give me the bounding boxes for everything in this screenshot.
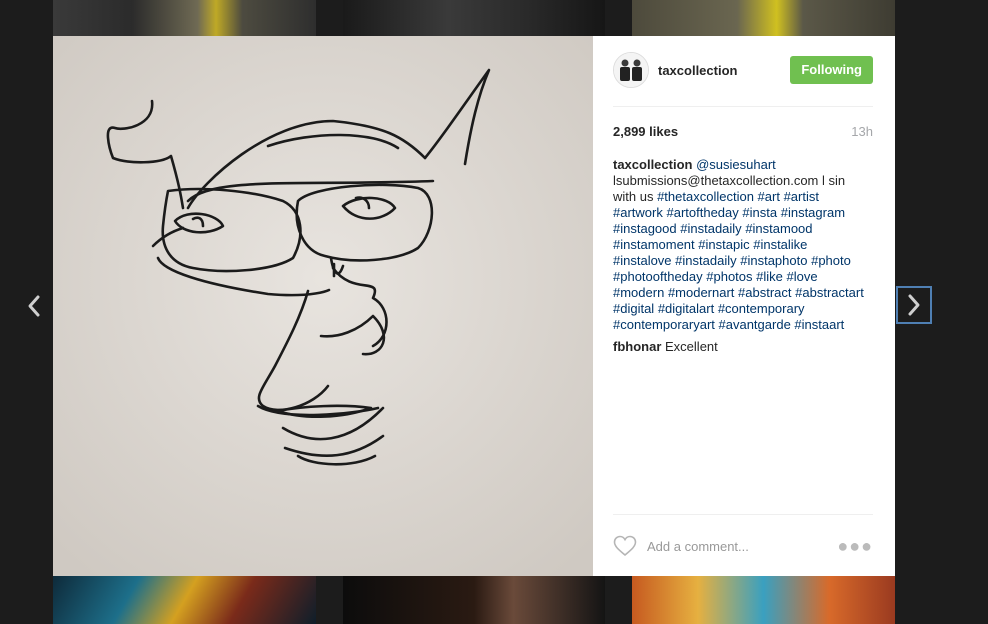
face-drawing	[53, 36, 593, 576]
post-header: taxcollection Following	[613, 52, 873, 107]
hashtag-link[interactable]: #like	[756, 269, 783, 284]
likes-count[interactable]: 2,899 likes	[613, 124, 678, 139]
chevron-right-icon	[908, 294, 920, 316]
caption-body: @susiesuhart lsubmissions@thetaxcollecti…	[613, 157, 864, 332]
hashtag-link[interactable]: #modern	[613, 285, 664, 300]
hashtag-link[interactable]: #photooftheday	[613, 269, 703, 284]
grid-thumbnail[interactable]	[632, 576, 895, 624]
hashtag-link[interactable]: #abstract	[738, 285, 791, 300]
hashtag-link[interactable]: #instaphoto	[740, 253, 807, 268]
comment-username[interactable]: fbhonar	[613, 339, 661, 354]
caption: taxcollection @susiesuhart lsubmissions@…	[613, 157, 867, 355]
hashtag-link[interactable]: #instaart	[794, 317, 844, 332]
hashtag-link[interactable]: #instalove	[613, 253, 672, 268]
next-post-button[interactable]	[896, 286, 932, 324]
post-sidebar: taxcollection Following 2,899 likes 13h …	[593, 36, 895, 576]
hashtag-link[interactable]: #insta	[742, 205, 777, 220]
hashtag-link[interactable]: #instagram	[781, 205, 845, 220]
comment-item: fbhonar Excellent	[613, 339, 867, 355]
hashtag-link[interactable]: #instapic	[698, 237, 749, 252]
grid-thumbnail[interactable]	[343, 0, 605, 36]
hashtag-link[interactable]: #contemporaryart	[613, 317, 715, 332]
add-comment-input[interactable]: Add a comment...	[647, 539, 837, 554]
post-photo[interactable]	[53, 36, 593, 576]
hashtag-link[interactable]: #instamoment	[613, 237, 695, 252]
comment-text: Excellent	[665, 339, 718, 354]
grid-thumbnail[interactable]	[53, 576, 316, 624]
hashtag-link[interactable]: #photos	[706, 269, 752, 284]
likes-row: 2,899 likes 13h	[613, 124, 873, 139]
hashtag-link[interactable]: #artoftheday	[666, 205, 738, 220]
post-modal: taxcollection Following 2,899 likes 13h …	[53, 36, 895, 576]
hashtag-link[interactable]: #modernart	[668, 285, 734, 300]
mention-link[interactable]: @susiesuhart	[696, 157, 776, 172]
caption-username[interactable]: taxcollection	[613, 157, 692, 172]
hashtag-link[interactable]: #contemporary	[718, 301, 805, 316]
hashtag-link[interactable]: #instamood	[745, 221, 812, 236]
post-timestamp: 13h	[851, 124, 873, 139]
following-button[interactable]: Following	[790, 56, 873, 84]
hashtag-link[interactable]: #photo	[811, 253, 851, 268]
hashtag-link[interactable]: #digital	[613, 301, 654, 316]
hashtag-link[interactable]: #love	[787, 269, 818, 284]
heart-icon[interactable]	[613, 535, 637, 557]
post-footer: Add a comment... ●●●	[613, 514, 873, 577]
avatar-image	[614, 53, 648, 87]
chevron-left-icon	[28, 295, 40, 317]
previous-post-button[interactable]	[16, 288, 52, 324]
grid-thumbnail[interactable]	[343, 576, 605, 624]
grid-thumbnail[interactable]	[632, 0, 895, 36]
more-options-icon[interactable]: ●●●	[837, 536, 873, 557]
avatar[interactable]	[613, 52, 649, 88]
hashtag-link[interactable]: #instadaily	[675, 253, 736, 268]
hashtag-link[interactable]: #thetaxcollection	[657, 189, 754, 204]
hashtag-link[interactable]: #art	[758, 189, 780, 204]
caption-text: taxcollection @susiesuhart lsubmissions@…	[613, 157, 867, 333]
hashtag-link[interactable]: #abstractart	[795, 285, 864, 300]
grid-thumbnail[interactable]	[53, 0, 316, 36]
hashtag-link[interactable]: #avantgarde	[719, 317, 791, 332]
post-username[interactable]: taxcollection	[658, 63, 737, 78]
hashtag-link[interactable]: #instadaily	[680, 221, 741, 236]
hashtag-link[interactable]: #instagood	[613, 221, 677, 236]
hashtag-link[interactable]: #artwork	[613, 205, 663, 220]
hashtag-link[interactable]: #digitalart	[658, 301, 714, 316]
hashtag-link[interactable]: #instalike	[753, 237, 807, 252]
hashtag-link[interactable]: #artist	[784, 189, 819, 204]
